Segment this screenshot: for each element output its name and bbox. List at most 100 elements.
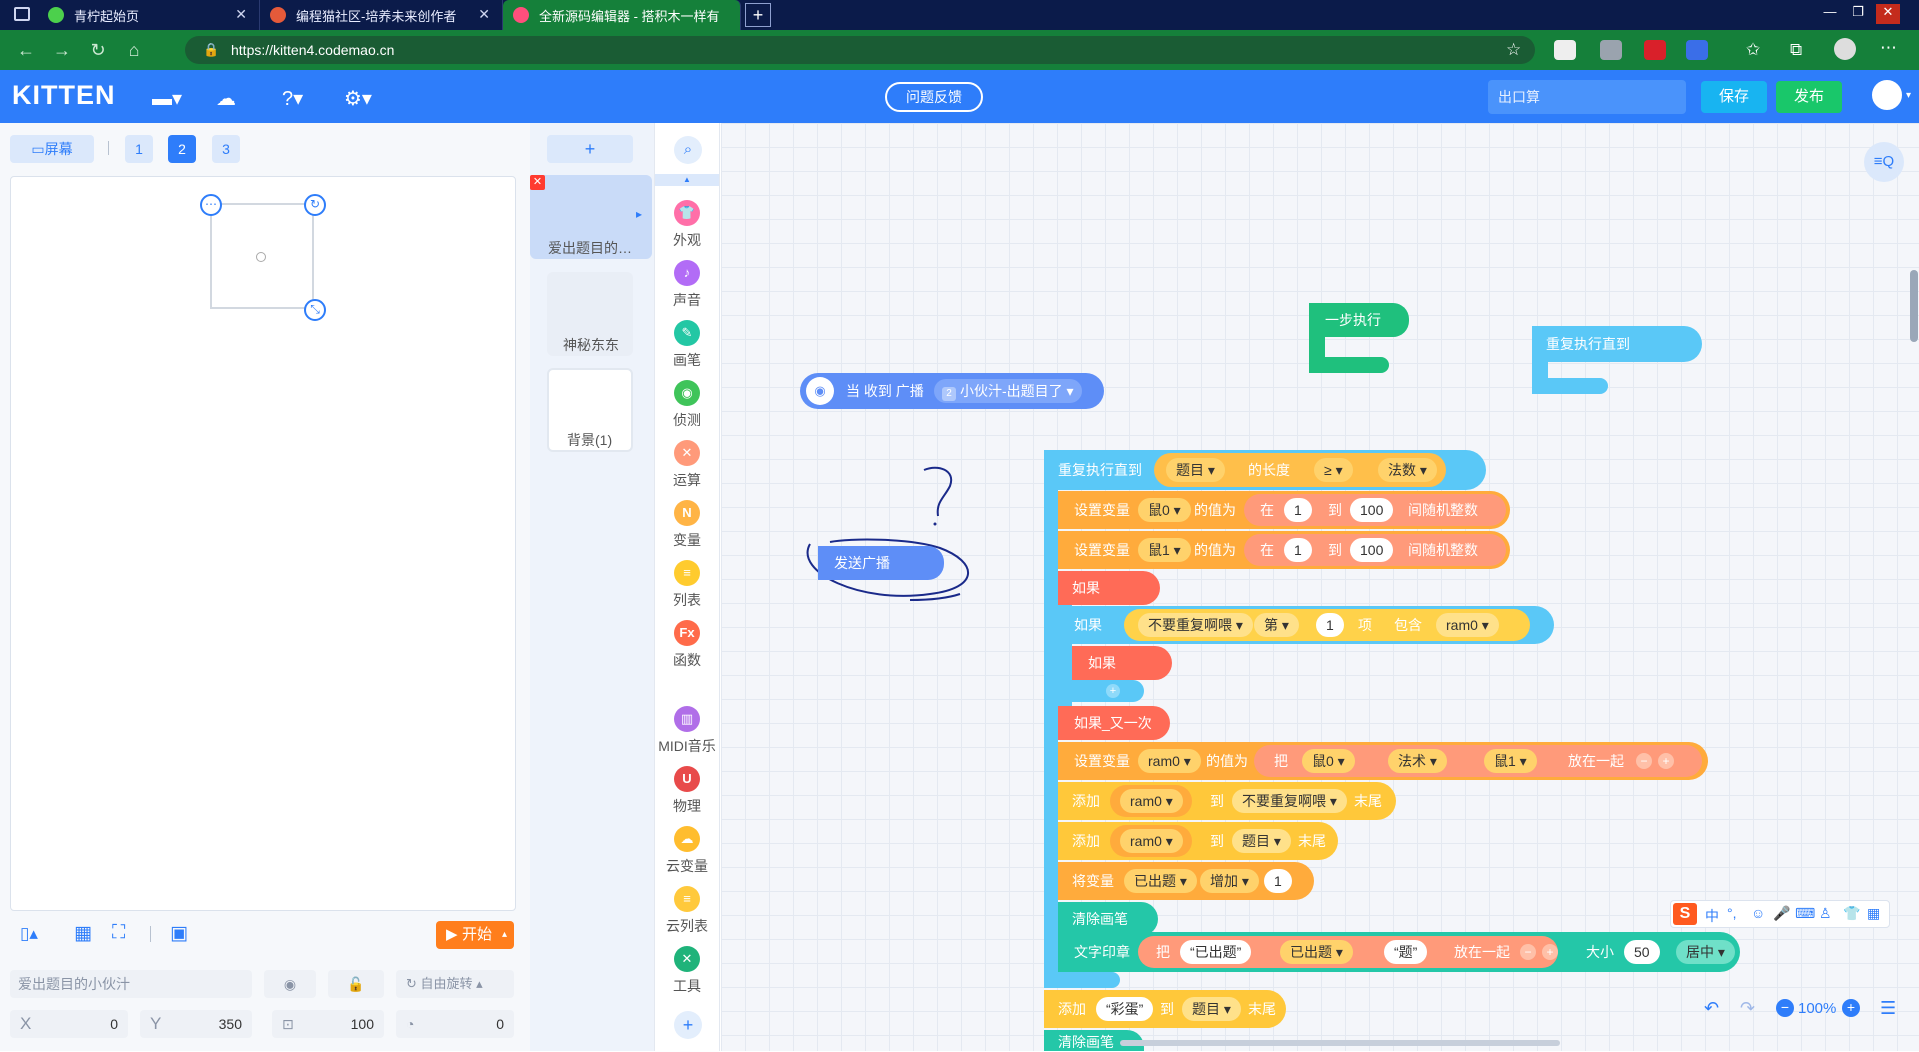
horizontal-scrollbar[interactable] — [1120, 1040, 1560, 1046]
y-field[interactable]: Y 350 — [140, 1010, 252, 1038]
video-extension-icon[interactable] — [1644, 40, 1666, 60]
file-menu-icon[interactable]: ▬▾ — [152, 86, 182, 111]
game-extension-icon[interactable] — [1686, 40, 1708, 60]
text-input[interactable]: “彩蛋” — [1096, 997, 1154, 1021]
lock-toggle[interactable]: 🔓 — [328, 970, 384, 998]
repeat-until-block[interactable]: 重复执行直到 题目 ▾ 的长度 ≥ ▾ 法数 ▾ — [1044, 450, 1486, 490]
var-select[interactable]: 题目 ▾ — [1166, 458, 1225, 482]
punctuation-icon[interactable]: °, — [1727, 905, 1737, 921]
if-block[interactable]: 如果 — [1058, 571, 1160, 605]
category-6[interactable]: N 变量 — [654, 500, 720, 550]
sprite-name-field[interactable]: 爱出题目的小伙汁 — [10, 970, 252, 998]
settings-gear-icon[interactable]: ⚙▾ — [344, 86, 372, 111]
grid-icon[interactable]: ▦ — [74, 922, 92, 945]
resize-handle-icon[interactable]: ⤡ — [304, 299, 326, 321]
browser-tab-qingning[interactable]: 青柠起始页 ✕ — [0, 0, 260, 30]
set-variable-join-block[interactable]: 设置变量 ram0 ▾ 的值为 把 鼠0 ▾ 法术 ▾ 鼠1 ▾ 放在一起 − … — [1058, 742, 1708, 780]
home-icon[interactable]: ⌂ — [116, 40, 152, 61]
back-icon[interactable]: ← — [8, 40, 44, 61]
text-input[interactable]: “题” — [1384, 940, 1428, 964]
direction-field[interactable]: ◔ 0 — [396, 1010, 514, 1038]
if-contains-block[interactable]: 如果 不要重复啊喂 ▾ 第 ▾ 1 项 包含 ram0 ▾ — [1058, 606, 1554, 644]
add-to-list-block[interactable]: 添加 ram0 ▾ 到 不要重复啊喂 ▾ 末尾 — [1058, 782, 1396, 820]
project-name-input[interactable]: 出口算 — [1488, 80, 1686, 114]
screen-page-2[interactable]: 2 — [168, 135, 196, 163]
category-4[interactable]: ◉ 侦测 — [654, 380, 720, 430]
list-select[interactable]: 题目 ▾ — [1182, 997, 1241, 1021]
set-variable-block[interactable]: 设置变量 鼠1 ▾ 的值为 在 1 到 100 间随机整数 — [1058, 531, 1510, 569]
broadcast-message-select[interactable]: 2 小伙汁-出题目了 ▾ — [934, 379, 1082, 403]
close-tab-icon[interactable]: ✕ — [478, 6, 490, 23]
category-7[interactable]: ≡ 列表 — [654, 560, 720, 610]
extension-icon[interactable] — [1554, 40, 1576, 60]
align-select[interactable]: 居中 ▾ — [1676, 940, 1735, 964]
screen-page-1[interactable]: 1 — [125, 135, 153, 163]
join-item-1[interactable]: 鼠0 ▾ — [1302, 749, 1355, 773]
category-1[interactable]: 👕 外观 — [654, 200, 720, 250]
add-to-list-block[interactable]: 添加 ram0 ▾ 到 题目 ▾ 末尾 — [1058, 822, 1338, 860]
refresh-icon[interactable]: ↻ — [80, 40, 116, 61]
start-button[interactable]: ▶ 开始 ▴ — [436, 921, 514, 949]
chevron-right-icon[interactable]: ▸ — [636, 207, 642, 221]
send-broadcast-block[interactable]: 发送广播 — [818, 546, 944, 580]
community-icon[interactable]: ☁ — [216, 86, 236, 111]
browser-tab-editor[interactable]: 全新源码编辑器 - 搭积木一样有趣 — [503, 0, 741, 30]
ram-select[interactable]: ram0 ▾ — [1436, 613, 1499, 637]
user-avatar[interactable] — [1872, 80, 1902, 110]
var-select[interactable]: 鼠1 ▾ — [1138, 538, 1191, 562]
browser-tab-community[interactable]: 编程猫社区-培养未来创作者 ✕ — [260, 0, 503, 30]
remove-item-icon[interactable]: − — [1520, 944, 1536, 960]
category-5[interactable]: ✕ 运算 — [654, 440, 720, 490]
profile-icon[interactable] — [1834, 38, 1856, 60]
block-search-icon[interactable]: ≡Q — [1864, 142, 1904, 182]
save-button[interactable]: 保存 — [1701, 81, 1767, 113]
keyboard-icon[interactable]: ⌨ — [1795, 905, 1815, 922]
min-input[interactable]: 1 — [1284, 538, 1312, 562]
scroll-up-icon[interactable]: ▲ — [655, 174, 719, 186]
category-9[interactable]: ▥ MIDI音乐 — [654, 706, 720, 756]
shield-icon[interactable] — [1600, 40, 1622, 60]
person-icon[interactable]: ♙ — [1819, 905, 1832, 922]
background-card[interactable]: 背景(1) — [547, 368, 633, 452]
add-extension-icon[interactable]: + — [674, 1011, 702, 1039]
var-select[interactable]: 已出题 ▾ — [1280, 940, 1353, 964]
skin-icon[interactable]: 👕 — [1843, 905, 1860, 922]
ram-select[interactable]: ram0 ▾ — [1120, 789, 1183, 813]
var-select[interactable]: 已出题 ▾ — [1124, 869, 1197, 893]
text-stamp-block[interactable]: 文字印章 把 “已出题” 已出题 ▾ “题” 放在一起 − + 大小 50 居中… — [1058, 932, 1740, 972]
join-item-3[interactable]: 鼠1 ▾ — [1484, 749, 1537, 773]
category-2[interactable]: ♪ 声音 — [654, 260, 720, 310]
more-icon[interactable]: ⋯ — [1880, 38, 1897, 58]
undo-icon[interactable]: ↶ — [1704, 998, 1719, 1019]
max-input[interactable]: 100 — [1350, 498, 1394, 522]
list-select[interactable]: 不要重复啊喂 ▾ — [1232, 789, 1347, 813]
category-13[interactable]: ✕ 工具 — [654, 946, 720, 996]
cleanup-icon[interactable]: ☰ — [1880, 998, 1896, 1019]
rotate-handle-icon[interactable]: ↻ — [304, 194, 326, 216]
category-12[interactable]: ≡ 云列表 — [654, 886, 720, 936]
device-icon[interactable]: ▯▴ — [20, 924, 38, 944]
min-input[interactable]: 1 — [1284, 498, 1312, 522]
new-tab-button[interactable]: + — [745, 3, 771, 27]
forward-icon[interactable]: → — [44, 40, 80, 61]
avatar-dropdown-icon[interactable]: ▾ — [1906, 90, 1911, 101]
repeat-until-block-floating[interactable]: 重复执行直到 — [1532, 326, 1702, 362]
rhs-var-select[interactable]: 法数 ▾ — [1378, 458, 1437, 482]
delete-sprite-icon[interactable]: ✕ — [530, 175, 545, 190]
ram-select[interactable]: ram0 ▾ — [1120, 829, 1183, 853]
workspace-scrollbar[interactable] — [1910, 270, 1918, 342]
play-preview-icon[interactable]: ▣ — [170, 922, 188, 945]
remove-item-icon[interactable]: − — [1636, 753, 1652, 769]
tab-actions-icon[interactable] — [14, 7, 30, 21]
toolbox-icon[interactable]: ▦ — [1867, 905, 1880, 922]
text-input[interactable]: “已出题” — [1180, 940, 1252, 964]
collections-icon[interactable]: ⧉ — [1790, 40, 1802, 60]
category-11[interactable]: ☁ 云变量 — [654, 826, 720, 876]
add-item-icon[interactable]: + — [1542, 944, 1558, 960]
change-mode-select[interactable]: 增加 ▾ — [1200, 869, 1259, 893]
favorites-icon[interactable]: ✩ — [1746, 40, 1760, 60]
set-variable-block[interactable]: 设置变量 鼠0 ▾ 的值为 在 1 到 100 间随机整数 — [1058, 491, 1510, 529]
mic-icon[interactable]: 🎤 — [1773, 905, 1790, 922]
if-block-nested[interactable]: 如果 — [1072, 646, 1172, 680]
address-input[interactable]: https://kitten4.codemao.cn — [185, 36, 1535, 64]
